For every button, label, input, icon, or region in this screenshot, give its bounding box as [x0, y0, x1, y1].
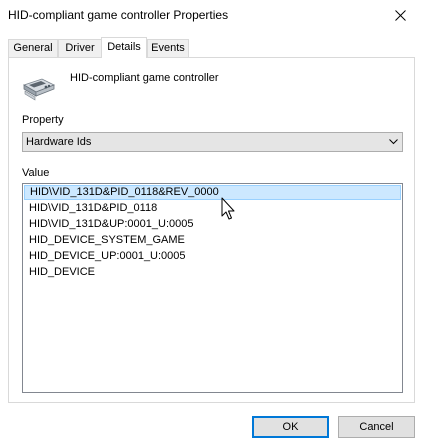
list-item[interactable]: HID_DEVICE_SYSTEM_GAME — [24, 233, 401, 248]
list-item[interactable]: HID\VID_131D&UP:0001_U:0005 — [24, 217, 401, 232]
list-item[interactable]: HID\VID_131D&PID_0118&REV_0000 — [24, 185, 401, 200]
device-name: HID-compliant game controller — [70, 72, 219, 84]
tab-general[interactable]: General — [8, 39, 58, 57]
property-select-value: Hardware Ids — [26, 136, 92, 148]
window-title: HID-compliant game controller Properties — [8, 8, 229, 22]
close-button[interactable] — [377, 0, 423, 31]
tab-details[interactable]: Details — [101, 37, 147, 58]
game-controller-icon — [23, 78, 55, 101]
property-select[interactable]: Hardware Ids — [22, 132, 403, 152]
properties-dialog: HID-compliant game controller Properties… — [0, 0, 423, 444]
value-label: Value — [22, 167, 50, 179]
chevron-down-icon — [389, 139, 398, 145]
tab-driver[interactable]: Driver — [58, 39, 102, 57]
title-bar[interactable]: HID-compliant game controller Properties — [0, 0, 423, 31]
details-panel: HID-compliant game controller Property H… — [8, 57, 415, 403]
mouse-cursor-icon — [221, 197, 235, 220]
property-label: Property — [22, 114, 64, 126]
close-icon — [394, 10, 406, 21]
list-item[interactable]: HID_DEVICE — [24, 265, 401, 280]
cancel-button[interactable]: Cancel — [338, 416, 415, 438]
list-item[interactable]: HID\VID_131D&PID_0118 — [24, 201, 401, 216]
list-item[interactable]: HID_DEVICE_UP:0001_U:0005 — [24, 249, 401, 264]
ok-button[interactable]: OK — [252, 416, 329, 438]
value-listbox[interactable]: HID\VID_131D&PID_0118&REV_0000 HID\VID_1… — [22, 183, 403, 393]
tab-events[interactable]: Events — [147, 39, 189, 57]
